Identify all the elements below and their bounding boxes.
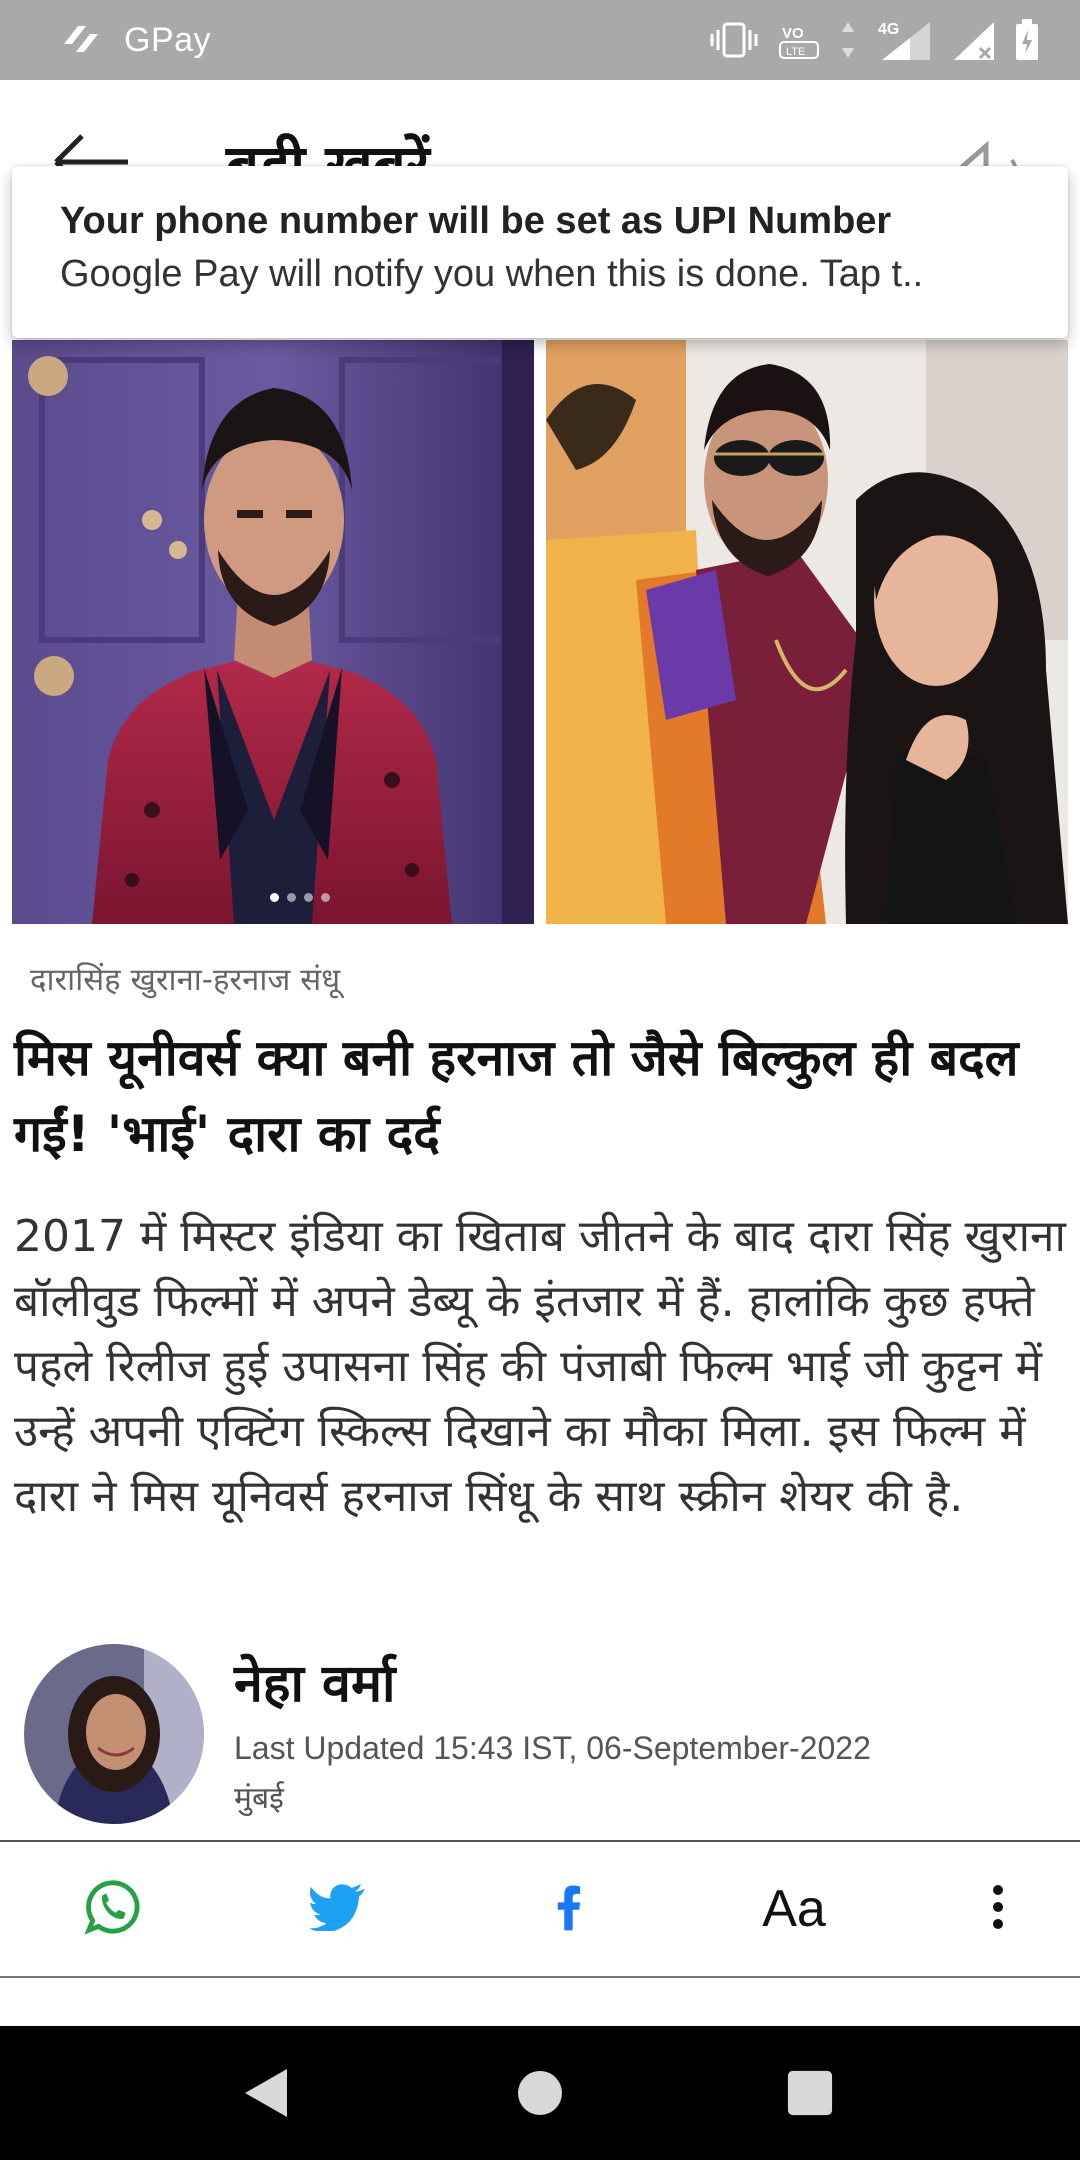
article-body: 2017 में मिस्टर इंडिया का खिताब जीतने के… bbox=[14, 1211, 1066, 1522]
gpay-logo-icon bbox=[60, 22, 104, 58]
image-caption: दारासिंह खुराना-हरनाज संधू bbox=[30, 962, 341, 998]
status-icons: VO LTE 4G bbox=[708, 18, 1040, 62]
volte-icon: VO LTE bbox=[778, 18, 822, 62]
system-nav-bar bbox=[0, 2026, 1080, 2160]
nav-recents-button[interactable] bbox=[770, 2056, 850, 2130]
status-bar: GPay VO LTE 4G bbox=[0, 0, 1080, 80]
whatsapp-share-button[interactable] bbox=[80, 1842, 144, 1976]
signal-icon: 4G bbox=[874, 18, 934, 62]
article-image-carousel[interactable] bbox=[12, 340, 1068, 924]
upi-notification[interactable]: Your phone number will be set as UPI Num… bbox=[12, 166, 1068, 338]
article-image-right bbox=[546, 340, 1068, 924]
nav-back-icon bbox=[245, 2069, 287, 2117]
location: मुंबई bbox=[234, 1781, 284, 1816]
article-headline: मिस यूनीवर्स क्या बनी हरनाज तो जैसे बिल्… bbox=[14, 1029, 1019, 1163]
share-bar: Aa bbox=[0, 1842, 1080, 1976]
article-image-left bbox=[12, 340, 534, 924]
last-updated: Last Updated 15:43 IST, 06-September-202… bbox=[234, 1730, 871, 1766]
carousel-dots bbox=[270, 893, 330, 902]
author-name[interactable]: नेहा वर्मा bbox=[234, 1646, 396, 1717]
whatsapp-icon bbox=[83, 1878, 141, 1940]
svg-text:LTE: LTE bbox=[786, 46, 805, 58]
svg-text:VO: VO bbox=[782, 25, 804, 42]
divider bbox=[0, 1976, 1080, 1978]
notification-title: Your phone number will be set as UPI Num… bbox=[60, 200, 892, 242]
carousel-dot bbox=[287, 893, 296, 902]
font-size-button[interactable]: Aa bbox=[744, 1842, 844, 1976]
twitter-share-button[interactable] bbox=[306, 1842, 370, 1976]
app-name: GPay bbox=[124, 20, 212, 59]
data-arrows-icon bbox=[840, 20, 856, 60]
facebook-share-button[interactable] bbox=[536, 1842, 600, 1976]
nav-recents-icon bbox=[787, 2070, 833, 2116]
signal-icon-2 bbox=[952, 18, 996, 62]
more-options-button[interactable] bbox=[978, 1842, 1018, 1976]
svg-text:4G: 4G bbox=[878, 21, 899, 38]
carousel-dot bbox=[321, 893, 330, 902]
vibrate-icon bbox=[708, 22, 760, 58]
nav-back-button[interactable] bbox=[226, 2056, 306, 2130]
nav-home-icon bbox=[518, 2071, 562, 2115]
twitter-icon bbox=[309, 1883, 367, 1935]
more-vertical-icon bbox=[992, 1885, 1004, 1933]
facebook-icon bbox=[554, 1883, 582, 1935]
author-avatar[interactable] bbox=[24, 1644, 204, 1824]
battery-icon bbox=[1014, 18, 1040, 62]
notification-text: Google Pay will notify you when this is … bbox=[60, 253, 924, 295]
carousel-dot bbox=[304, 893, 313, 902]
nav-home-button[interactable] bbox=[500, 2056, 580, 2130]
carousel-dot bbox=[270, 893, 279, 902]
